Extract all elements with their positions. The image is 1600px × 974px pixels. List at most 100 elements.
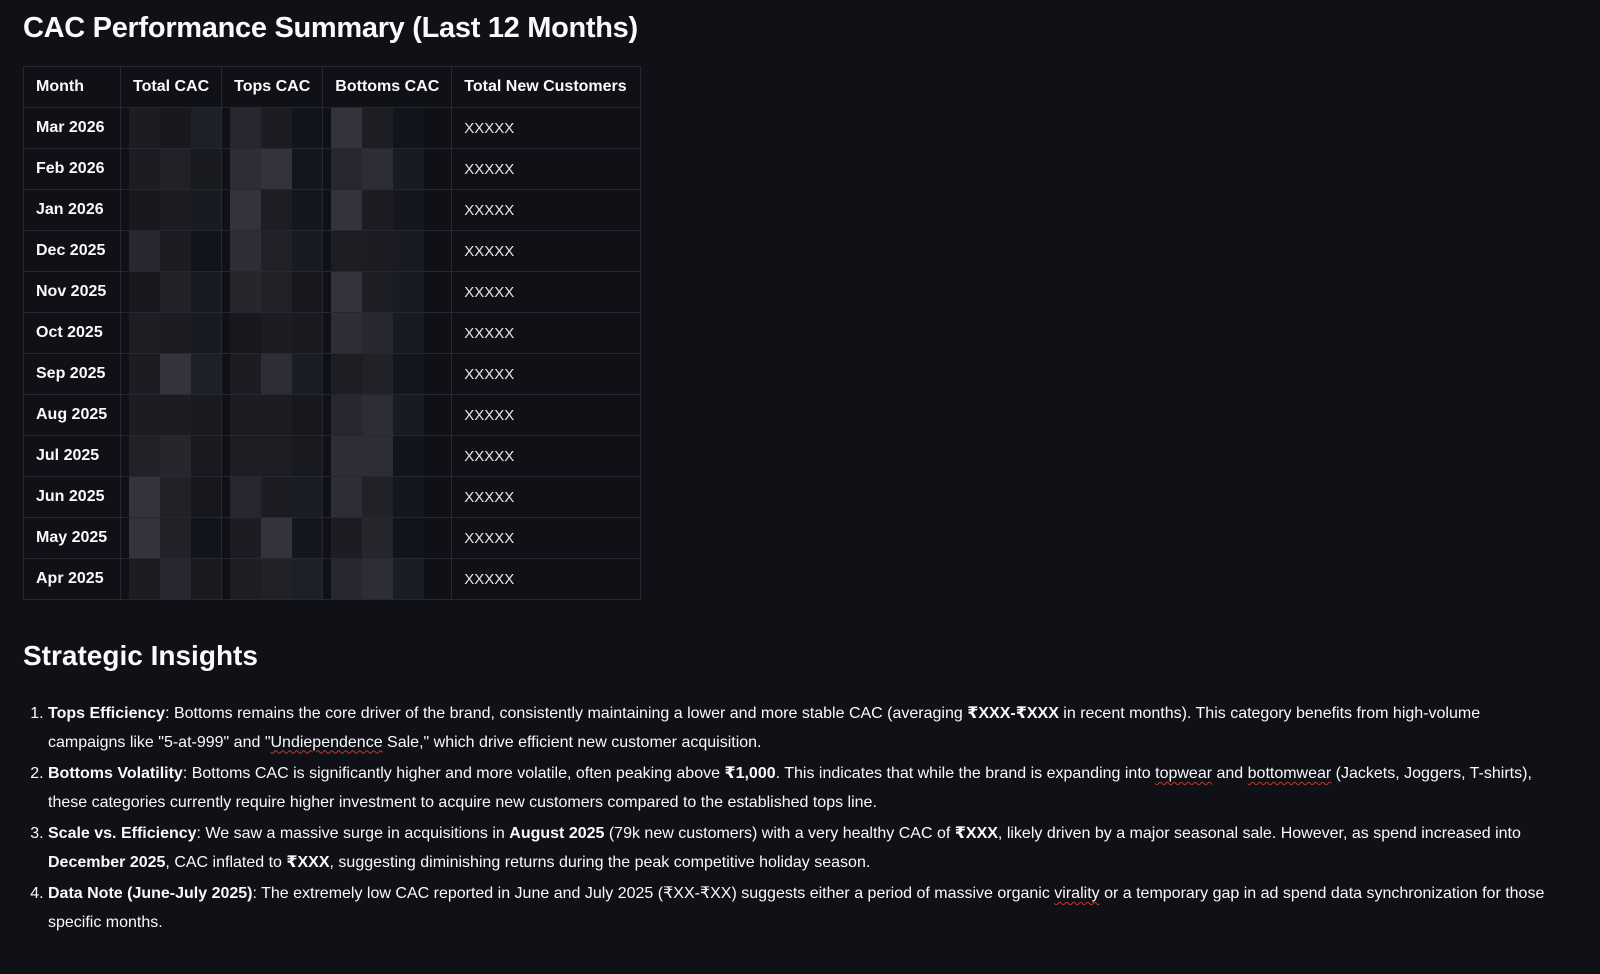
cell-total-new-customers: XXXXX [451,558,642,600]
redacted-block [160,108,191,148]
table-row: Aug 2025 XXXXX [23,394,642,436]
column-header-month[interactable]: Month [23,66,121,108]
redacted-block [230,518,262,558]
cell-bottoms-cac-redacted [322,107,453,149]
cell-month: Jan 2026 [23,189,121,231]
cell-total-cac-redacted [119,435,223,477]
redacted-block [393,231,425,271]
cell-month: Sep 2025 [23,353,121,395]
insight-text: . This indicates that while the brand is… [775,765,1156,782]
redacted-block [160,477,191,517]
redacted-block [393,354,425,394]
cell-total-new-customers: XXXXX [451,394,642,436]
spellcheck-word: bottomwear [1247,765,1332,782]
redacted-block [362,231,394,271]
redacted-block [292,313,322,353]
insight-text: , CAC inflated to [165,853,287,871]
cell-tops-cac-redacted [221,394,324,436]
redacted-block [129,395,160,435]
redacted-block [292,559,322,599]
redacted-block [393,190,425,230]
table-row: Sep 2025 XXXXX [23,353,642,395]
insight-bold-value: August 2025 [509,825,605,842]
redacted-block [230,395,262,435]
column-header-tops-cac[interactable]: Tops CAC [221,66,324,108]
table-body: Mar 2026 XXXXX Feb 2026 XXXXX Jan 2026 XXXXX D… [23,107,642,600]
cell-total-new-customers: XXXXX [451,435,642,477]
redacted-block [362,518,394,558]
redacted-block [331,108,363,148]
cell-total-new-customers: XXXXX [451,476,642,518]
redacted-block [292,272,322,312]
redacted-block [191,108,221,148]
redacted-block [393,395,425,435]
redacted-block [129,231,160,271]
table-row: May 2025 XXXXX [23,517,642,559]
cell-total-new-customers: XXXXX [451,189,642,231]
insight-title: Data Note (June-July 2025) [48,885,253,902]
cell-bottoms-cac-redacted [322,476,453,518]
cell-total-cac-redacted [119,230,223,272]
insight-item-tops-efficiency: Tops Efficiency: Bottoms remains the cor… [48,700,1553,757]
insight-title: Bottoms Volatility [48,765,183,782]
cell-total-new-customers: XXXXX [451,517,642,559]
cell-month: Mar 2026 [23,107,121,149]
table-row: Apr 2025 XXXXX [23,558,642,600]
cell-total-new-customers: XXXXX [451,230,642,272]
redacted-block [230,108,262,148]
cell-month: Aug 2025 [23,394,121,436]
redacted-block [292,354,322,394]
redacted-block [129,436,160,476]
table-row: Feb 2026 XXXXX [23,148,642,190]
redacted-block [362,190,394,230]
redacted-block [362,559,394,599]
redacted-block [261,477,293,517]
cell-total-new-customers: XXXXX [451,148,642,190]
redacted-block [261,231,293,271]
table-row: Dec 2025 XXXXX [23,230,642,272]
redacted-block [362,108,394,148]
cell-bottoms-cac-redacted [322,189,453,231]
table-row: Oct 2025 XXXXX [23,312,642,354]
redacted-block [393,559,425,599]
redacted-block [160,149,191,189]
cell-total-new-customers: XXXXX [451,271,642,313]
redacted-block [261,559,293,599]
redacted-block [230,272,262,312]
insight-text: Sale," which drive efficient new custome… [382,733,762,751]
redacted-block [292,395,322,435]
cell-total-cac-redacted [119,312,223,354]
insight-text: (79k new customers) with a very healthy … [604,825,955,842]
redacted-block [362,313,394,353]
redacted-block [261,313,293,353]
redacted-block [129,477,160,517]
cell-total-new-customers: XXXXX [451,353,642,395]
cell-bottoms-cac-redacted [322,558,453,600]
cell-month: Jun 2025 [23,476,121,518]
column-header-bottoms-cac[interactable]: Bottoms CAC [322,66,453,108]
column-header-total-cac[interactable]: Total CAC [119,66,223,108]
redacted-block [331,518,363,558]
page-title: CAC Performance Summary (Last 12 Months) [23,12,638,44]
redacted-block [191,477,221,517]
cell-bottoms-cac-redacted [322,394,453,436]
cell-total-cac-redacted [119,394,223,436]
cell-tops-cac-redacted [221,148,324,190]
redacted-block [191,436,221,476]
cell-tops-cac-redacted [221,435,324,477]
redacted-block [331,436,363,476]
redacted-block [129,149,160,189]
insight-bold-value: ₹XXX [286,853,330,871]
cell-bottoms-cac-redacted [322,353,453,395]
redacted-block [261,149,293,189]
redacted-block [160,354,191,394]
insight-bold-value: ₹XXX-₹XXX [967,705,1059,722]
redacted-block [160,436,191,476]
insight-bold-value: ₹XXX [954,825,998,842]
column-header-total-new-customers[interactable]: Total New Customers [451,66,642,108]
redacted-block [292,149,322,189]
redacted-block [331,559,363,599]
insight-item-data-note: Data Note (June-July 2025): The extremel… [48,880,1553,937]
cac-table: Month Total CAC Tops CAC Bottoms CAC Tot… [23,66,642,600]
cell-bottoms-cac-redacted [322,271,453,313]
